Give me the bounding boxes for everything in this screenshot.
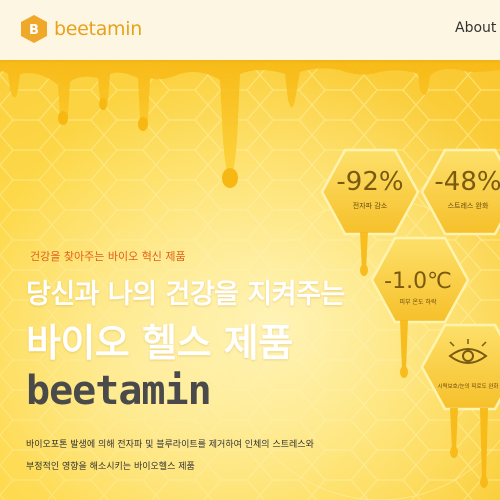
svg-text:B: B	[29, 23, 39, 38]
stat-hex-eye: 시력보호/눈의 피로도 완화	[420, 323, 500, 411]
stat-hex-stress: -48% 스트레스 완화	[420, 148, 500, 236]
stat-emf-value: -92%	[336, 167, 403, 197]
hero-tagline: 건강을 찾아주는 바이오 혁신 제품	[30, 250, 186, 263]
hero-headline-line1: 당신과 나의 건강을 지켜주는	[26, 279, 345, 310]
logo-text: beetamin	[54, 18, 142, 40]
stat-temp-value: -1.0℃	[384, 269, 452, 294]
logo[interactable]: B beetamin	[20, 14, 142, 44]
hero-brand-wordmark: beetamin	[26, 368, 212, 414]
site-header: B beetamin About U	[0, 0, 500, 60]
hero-description-line1: 바이오포톤 발생에 의해 전자파 및 블루라이트를 제거하여 인체의 스트레스와	[26, 440, 314, 450]
stat-temp-label: 피부 온도 하락	[400, 298, 437, 306]
stat-hex-emf: -92% 전자파 감소	[320, 148, 420, 236]
hex-stats-cluster: -92% 전자파 감소 -48% 스트레스 완화 -1.0℃ 피부 온도 하락	[320, 148, 500, 488]
stat-stress-value: -48%	[434, 167, 500, 197]
hero-headline-line2: 바이오 헬스 제품	[26, 321, 293, 365]
nav-about[interactable]: About U	[455, 20, 500, 36]
logo-text-tamin: tamin	[88, 18, 143, 40]
stat-hex-temp: -1.0℃ 피부 온도 하락	[370, 236, 470, 324]
stat-stress-label: 스트레스 완화	[448, 201, 489, 210]
logo-text-bee: bee	[54, 18, 89, 40]
stat-emf-label: 전자파 감소	[353, 201, 388, 210]
stat-eye-label: 시력보호/눈의 피로도 완화	[437, 382, 498, 390]
logo-hex-icon: B	[21, 15, 47, 43]
hero-description-line2: 부정적인 영향을 해소시키는 바이오헬스 제품	[26, 462, 195, 472]
hero-description: 바이오포톤 발생에 의해 전자파 및 블루라이트를 제거하여 인체의 스트레스와…	[26, 434, 314, 478]
hero-section: 건강을 찾아주는 바이오 혁신 제품 당신과 나의 건강을 지켜주는 바이오 헬…	[0, 60, 500, 500]
